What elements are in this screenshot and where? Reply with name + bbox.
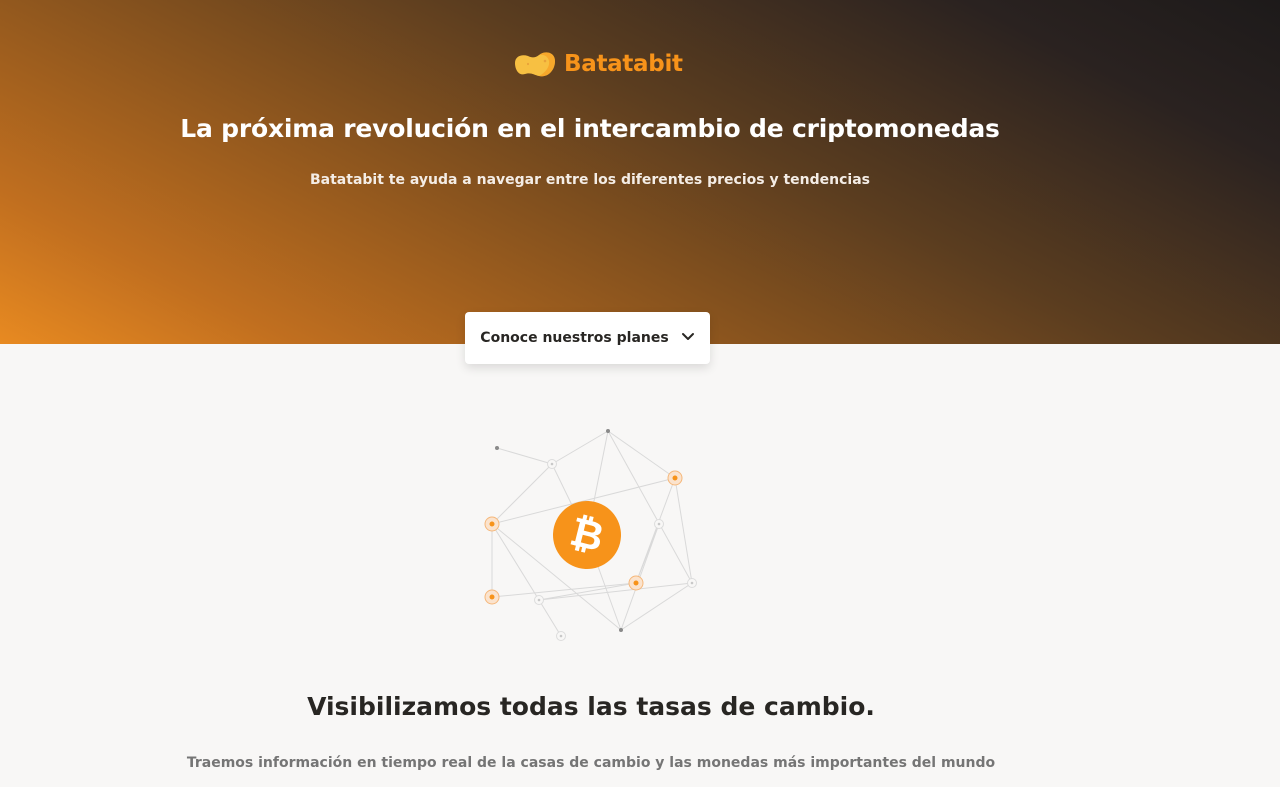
bitcoin-network-illustration: ₿ — [470, 415, 715, 655]
hero-title: La próxima revolución en el intercambio … — [180, 114, 1000, 143]
plans-button[interactable]: Conoce nuestros planes — [465, 312, 710, 364]
chevron-down-icon — [681, 330, 695, 346]
brand-name: Batatabit — [564, 51, 683, 77]
hero-subtitle: Batatabit te ayuda a navegar entre los d… — [310, 172, 870, 188]
potato-icon — [512, 49, 556, 79]
brand-logo[interactable]: Batatabit — [512, 46, 683, 82]
plans-button-label: Conoce nuestros planes — [480, 330, 669, 346]
hero-section: Batatabit La próxima revolución en el in… — [0, 0, 1280, 344]
section-subtitle: Traemos información en tiempo real de la… — [186, 755, 996, 771]
section-title: Visibilizamos todas las tasas de cambio. — [307, 692, 875, 721]
